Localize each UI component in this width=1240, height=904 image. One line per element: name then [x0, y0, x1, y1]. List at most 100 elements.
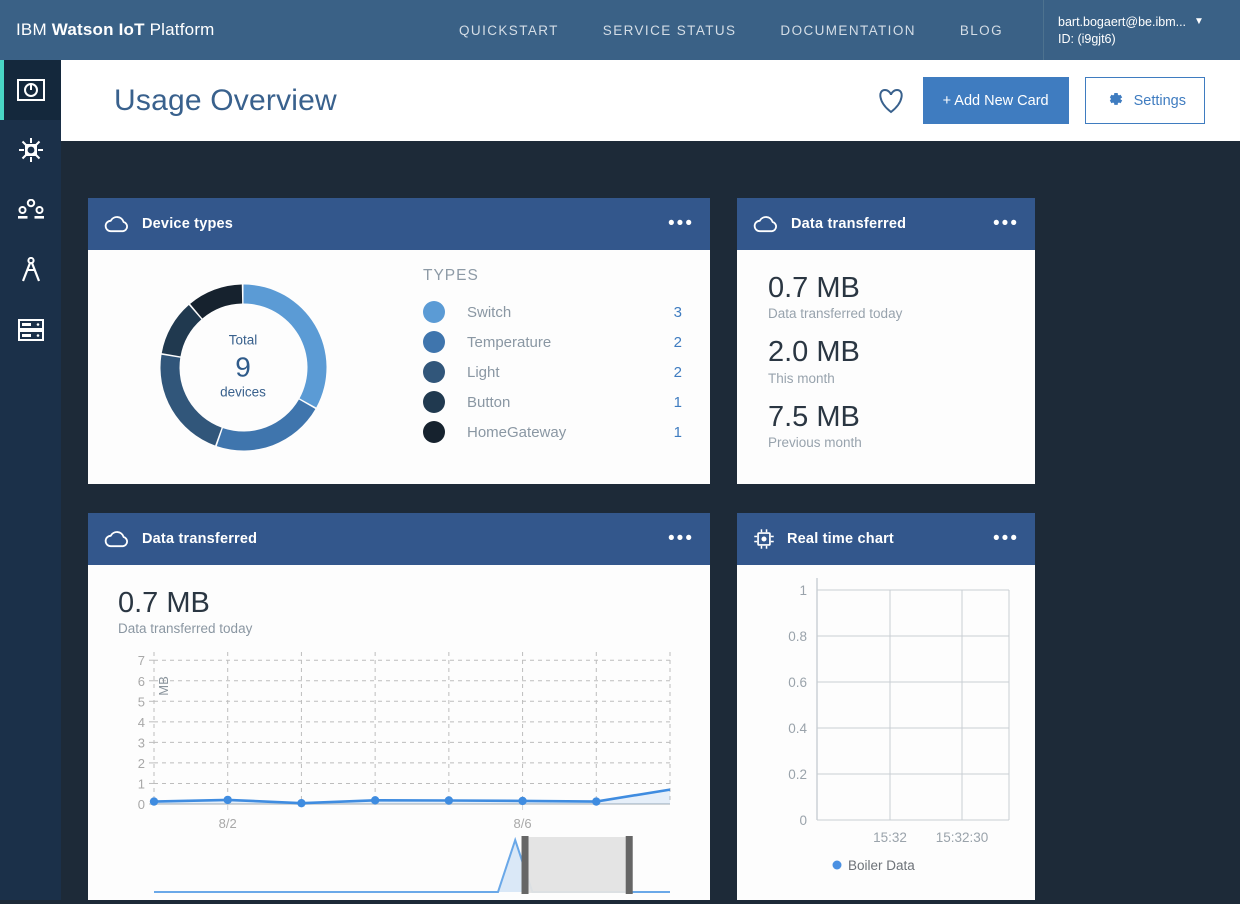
card-menu-button[interactable]: ••• [993, 214, 1019, 233]
nav-link-blog[interactable]: BLOG [960, 23, 1003, 38]
legend-row[interactable]: Button 1 [423, 387, 682, 417]
nav-link-documentation[interactable]: DOCUMENTATION [780, 23, 915, 38]
donut-total-unit: devices [220, 384, 266, 400]
card-header: Data transferred ••• [88, 513, 710, 565]
card-menu-button[interactable]: ••• [668, 214, 694, 233]
legend-count: 1 [673, 393, 682, 411]
svg-text:0.6: 0.6 [788, 675, 807, 690]
brand-bold: Watson IoT [51, 20, 145, 39]
card-header: Device types ••• [88, 198, 710, 250]
stat-value: 2.0 MB [768, 336, 860, 369]
legend-color-swatch [423, 361, 445, 383]
cloud-icon [104, 530, 130, 548]
compass-icon [19, 257, 43, 283]
server-icon [17, 319, 44, 341]
card-data-transferred-chart: Data transferred ••• 0.7 MB Data transfe… [88, 513, 710, 900]
card-body: Total 9 devices TYPES Switch 3 Temperature… [88, 250, 710, 484]
legend-row[interactable]: Light 2 [423, 357, 682, 387]
user-menu[interactable]: bart.bogaert@be.ibm... ▼ ID: (i9gjt6) [1043, 0, 1240, 60]
heart-icon[interactable] [875, 85, 907, 117]
donut-chart: Total 9 devices [156, 280, 331, 455]
card-header: Data transferred ••• [737, 198, 1035, 250]
stat-label: Previous month [768, 435, 862, 451]
real-time-chart-plot[interactable]: 0 0.2 0.4 0.6 0.8 1 15:32 15:32:30 Boiler Data [737, 565, 1035, 895]
stat-label: Data transferred today [118, 621, 253, 637]
svg-text:1: 1 [799, 583, 807, 598]
card-device-types: Device types ••• Total 9 devices TYPES S… [88, 198, 710, 484]
donut-total-label: Total [228, 332, 258, 348]
top-navigation-bar: IBM Watson IoT Platform QUICKSTART SERVI… [0, 0, 1240, 60]
header-actions: + Add New Card Settings [875, 77, 1205, 124]
card-body: 0.7 MB Data transferred today 2.0 MB Thi… [737, 250, 1035, 450]
svg-text:MB: MB [156, 677, 171, 697]
card-body: 0.7 MB Data transferred today 0 1 2 3 4 5 6 7 8/… [88, 565, 710, 904]
svg-text:15:32: 15:32 [873, 830, 907, 845]
brand-prefix: IBM [16, 20, 52, 39]
sidebar-item-services[interactable] [0, 300, 61, 360]
user-email: bart.bogaert@be.ibm... [1058, 14, 1187, 29]
svg-text:0.8: 0.8 [788, 629, 807, 644]
page-title: Usage Overview [114, 83, 337, 117]
add-new-card-button[interactable]: + Add New Card [922, 77, 1069, 124]
nav-link-service-status[interactable]: SERVICE STATUS [603, 23, 737, 38]
donut-total-value: 9 [235, 351, 251, 383]
sidebar-item-members[interactable] [0, 180, 61, 240]
legend-title: TYPES [423, 267, 479, 284]
svg-text:6: 6 [138, 674, 145, 689]
svg-text:2: 2 [138, 756, 145, 771]
legend-row[interactable]: Switch 3 [423, 297, 682, 327]
donut-chart-wrapper: Total 9 devices [88, 250, 398, 484]
svg-text:8/6: 8/6 [514, 816, 532, 831]
card-title: Data transferred [142, 531, 258, 547]
sidebar-item-dashboard[interactable] [0, 60, 61, 120]
cloud-icon [104, 215, 130, 233]
legend-label: Temperature [467, 333, 552, 351]
legend-color-swatch [832, 860, 842, 870]
members-icon [17, 199, 44, 221]
legend-row[interactable]: HomeGateway 1 [423, 417, 682, 447]
svg-text:3: 3 [138, 736, 145, 751]
donut-center-label: Total 9 devices [156, 333, 331, 402]
card-data-transferred-summary: Data transferred ••• 0.7 MB Data transfe… [737, 198, 1035, 484]
stat-value: 7.5 MB [768, 400, 860, 433]
card-body: 0 0.2 0.4 0.6 0.8 1 15:32 15:32:30 Boiler Data [737, 565, 1035, 900]
stat-label: This month [768, 370, 835, 386]
chip-icon [753, 528, 775, 550]
brand-logo: IBM Watson IoT Platform [16, 20, 215, 40]
page-header: Usage Overview + Add New Card Settings [61, 60, 1240, 141]
svg-text:0: 0 [799, 813, 807, 828]
types-legend: TYPES Switch 3 Temperature 2 Light 2 Button 1 Ho… [398, 250, 710, 484]
stat-value: 0.7 MB [118, 587, 210, 619]
navigator-handle-left[interactable] [521, 836, 529, 895]
navigator-handle-right[interactable] [625, 836, 633, 895]
legend-count: 3 [673, 303, 682, 321]
nav-links: QUICKSTART SERVICE STATUS DOCUMENTATION … [459, 23, 1003, 38]
legend-count: 1 [673, 423, 682, 441]
stat-value: 0.7 MB [768, 272, 860, 304]
chevron-down-icon: ▼ [1194, 15, 1204, 27]
legend-color-swatch [423, 331, 445, 353]
sidebar [0, 60, 61, 900]
card-header: Real time chart ••• [737, 513, 1035, 565]
card-menu-button[interactable]: ••• [993, 529, 1019, 548]
card-title: Data transferred [791, 216, 907, 232]
sidebar-item-boards[interactable] [0, 240, 61, 300]
nav-link-quickstart[interactable]: QUICKSTART [459, 23, 559, 38]
svg-text:8/2: 8/2 [219, 816, 237, 831]
legend-row[interactable]: Temperature 2 [423, 327, 682, 357]
gear-icon [1104, 89, 1124, 113]
stat-label: Data transferred today [768, 306, 903, 322]
svg-text:4: 4 [138, 715, 145, 730]
svg-text:5: 5 [138, 695, 145, 710]
data-transferred-line-chart[interactable]: 0 1 2 3 4 5 6 7 8/2 8/6 MB [110, 644, 685, 899]
legend-count: 2 [673, 363, 682, 381]
legend-color-swatch [423, 421, 445, 443]
sidebar-item-devices[interactable] [0, 120, 61, 180]
svg-text:15:32:30: 15:32:30 [936, 830, 989, 845]
settings-button[interactable]: Settings [1084, 77, 1205, 124]
legend-label: Light [467, 363, 500, 381]
card-menu-button[interactable]: ••• [668, 529, 694, 548]
svg-text:0.2: 0.2 [788, 767, 807, 782]
brand-suffix: Platform [144, 20, 215, 39]
user-id: ID: (i9gjt6) [1058, 31, 1116, 46]
